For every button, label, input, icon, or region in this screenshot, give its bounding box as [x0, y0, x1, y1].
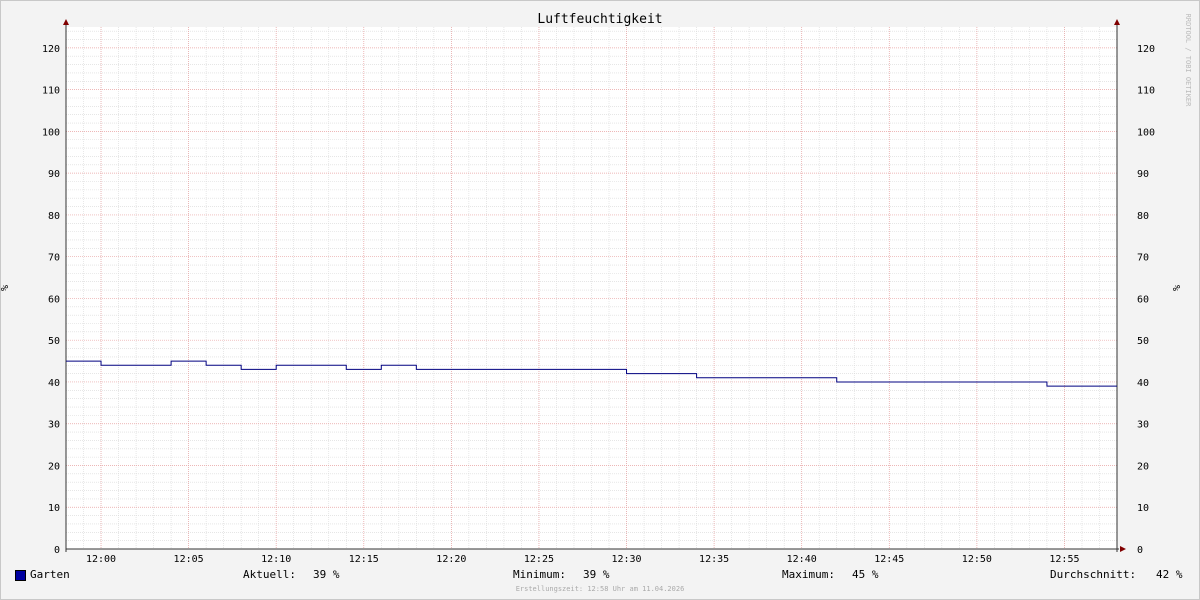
y-tick-label-left: 120 — [42, 44, 60, 55]
y-tick-label-right: 0 — [1137, 545, 1143, 556]
y-tick-label-right: 60 — [1137, 294, 1149, 305]
y-tick-label-left: 10 — [48, 503, 60, 514]
y-axis-right-arrow — [1114, 19, 1120, 25]
y-tick-label-left: 50 — [48, 336, 60, 347]
y-tick-label-right: 10 — [1137, 503, 1149, 514]
y-tick-label-left: 100 — [42, 127, 60, 138]
y-tick-label-right: 40 — [1137, 378, 1149, 389]
y-tick-label-left: 110 — [42, 86, 60, 97]
x-tick-label: 12:45 — [874, 554, 904, 565]
x-tick-label: 12:40 — [787, 554, 817, 565]
x-tick-label: 12:05 — [174, 554, 204, 565]
legend-swatch-garten — [15, 570, 26, 581]
x-tick-label: 12:20 — [436, 554, 466, 565]
y-tick-label-left: 80 — [48, 211, 60, 222]
y-tick-label-left: 60 — [48, 294, 60, 305]
y-tick-label-left: 40 — [48, 378, 60, 389]
chart-title: Luftfeuchtigkeit — [537, 12, 662, 27]
chart: 0 0 10 10 20 20 30 30 40 40 50 50 60 60 70 70 80 80 90 90 10… — [0, 12, 1192, 565]
watermark: RRDTOOL / TOBI OETIKER — [1184, 14, 1192, 108]
x-tick-label: 12:00 — [86, 554, 116, 565]
legend-durchschnitt-value: 42 % — [1156, 568, 1183, 581]
y-tick-label-right: 70 — [1137, 253, 1149, 264]
legend-minimum-value: 39 % — [583, 568, 610, 581]
x-axis-arrow — [1120, 546, 1126, 552]
y-axis-label-right: % — [1172, 285, 1183, 291]
legend-series-name: Garten — [30, 568, 70, 581]
y-tick-label-right: 30 — [1137, 420, 1149, 431]
y-tick-label-right: 120 — [1137, 44, 1155, 55]
y-tick-label-left: 0 — [54, 545, 60, 556]
x-tick-label: 12:25 — [524, 554, 554, 565]
y-axis-label-left: % — [0, 285, 11, 291]
x-tick-label: 12:15 — [349, 554, 379, 565]
legend-aktuell-value: 39 % — [313, 568, 340, 581]
legend-minimum-label: Minimum: — [513, 568, 566, 581]
y-tick-label-left: 70 — [48, 253, 60, 264]
creation-time-footer: Erstellungszeit: 12:58 Uhr am 11.04.2026 — [515, 585, 685, 593]
y-tick-label-right: 100 — [1137, 127, 1155, 138]
y-tick-label-right: 20 — [1137, 461, 1149, 472]
y-tick-label-right: 80 — [1137, 211, 1149, 222]
x-tick-label: 12:30 — [611, 554, 641, 565]
legend-durchschnitt-label: Durchschnitt: — [1050, 568, 1137, 581]
y-tick-label-right: 110 — [1137, 86, 1155, 97]
y-tick-label-right: 50 — [1137, 336, 1149, 347]
y-tick-label-right: 90 — [1137, 169, 1149, 180]
y-axis-left-arrow — [63, 19, 69, 25]
x-tick-label: 12:50 — [962, 554, 992, 565]
x-tick-label: 12:10 — [261, 554, 291, 565]
legend-maximum-label: Maximum: — [782, 568, 835, 581]
x-tick-label: 12:55 — [1049, 554, 1079, 565]
y-tick-label-left: 30 — [48, 420, 60, 431]
y-tick-label-left: 90 — [48, 169, 60, 180]
y-tick-label-left: 20 — [48, 461, 60, 472]
legend-maximum-value: 45 % — [852, 568, 879, 581]
x-tick-label: 12:35 — [699, 554, 729, 565]
legend-aktuell-label: Aktuell: — [243, 568, 296, 581]
